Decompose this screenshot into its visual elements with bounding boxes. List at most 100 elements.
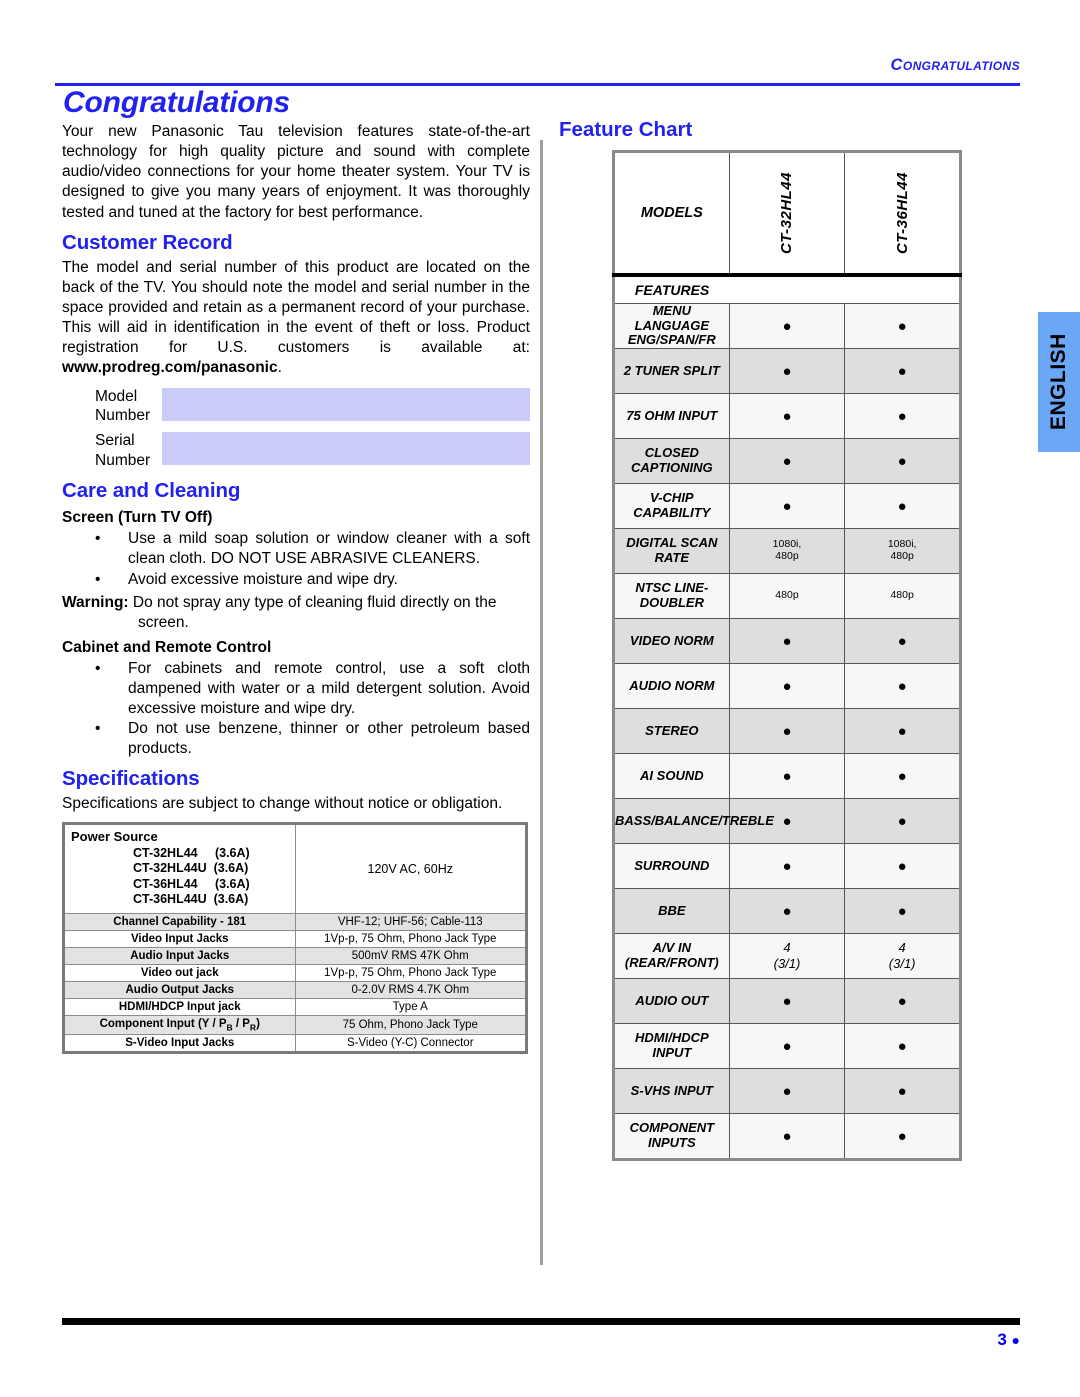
feature-supported-dot-icon: ● — [897, 992, 907, 1010]
spec-value: VHF-12; UHF-56; Cable-113 — [294, 913, 527, 932]
specifications-heading: Specifications — [62, 767, 200, 791]
feature-name-cell: S-VHS INPUT — [613, 1068, 730, 1114]
customer-record-body-text: The model and serial number of this prod… — [62, 258, 530, 357]
table-row: HDMI/HDCP INPUT ● ● — [613, 1023, 961, 1069]
table-row: DIGITAL SCAN RATE 1080i, 480p 1080i, 480p — [613, 528, 961, 574]
feature-value-cell-1: ● — [728, 1113, 846, 1160]
feature-value-cell-1: ● — [728, 393, 846, 439]
feature-value-cell-1: ● — [728, 483, 846, 529]
feature-name-cell: AUDIO OUT — [613, 978, 730, 1024]
feature-supported-dot-icon: ● — [782, 1037, 792, 1055]
feature-supported-dot-icon: ● — [897, 362, 907, 380]
list-item-text: Avoid excessive moisture and wipe dry. — [128, 570, 398, 588]
feature-value-cell-2: ● — [844, 663, 961, 709]
feature-value-cell-2: ● — [844, 1068, 961, 1114]
serial-number-field[interactable] — [162, 432, 530, 466]
feature-value-text: 4 — [783, 939, 791, 955]
feature-value-cell-1: ● — [728, 618, 846, 664]
feature-value-cell-1: ● — [728, 978, 846, 1024]
column-divider — [540, 140, 543, 1265]
feature-value-cell-1: ● — [728, 708, 846, 754]
feature-value-cell-1: ● — [728, 1023, 846, 1069]
feature-value-cell-1: 1080i, 480p — [728, 528, 846, 574]
page-title: Congratulations — [63, 86, 290, 119]
model-column-header-2: CT-36HL44 — [844, 151, 961, 277]
model-number-label-line2: Number — [95, 407, 151, 425]
feature-value-cell-2: 4 (3/1) — [844, 933, 961, 979]
model-number-label-line1: Model — [95, 387, 138, 405]
feature-supported-dot-icon: ● — [897, 497, 907, 515]
feature-supported-dot-icon: ● — [897, 407, 907, 425]
spec-key: Channel Capability - 181 — [63, 913, 296, 932]
list-item: • Avoid excessive moisture and wipe dry. — [62, 570, 530, 590]
feature-value-text: (3/1) — [773, 956, 801, 971]
feature-value-cell-2: ● — [844, 483, 961, 529]
spec-key: S-Video Input Jacks — [63, 1034, 296, 1054]
right-column: Feature Chart MODELS CT-32HL44 CT-36HL44… — [557, 118, 967, 1161]
bullet-dot-icon: • — [95, 660, 101, 677]
table-header-row: MODELS CT-32HL44 CT-36HL44 — [613, 151, 961, 277]
feature-value-cell-1: ● — [728, 888, 846, 934]
bullet-dot-icon: • — [95, 529, 101, 547]
serial-number-label-line2: Number — [95, 452, 151, 470]
running-head-text: Congratulations — [890, 56, 1020, 74]
language-tab-english: ENGLISH — [1038, 312, 1080, 452]
list-item-text: Use a mild soap solution or window clean… — [128, 529, 530, 567]
table-row: STEREO ● ● — [613, 708, 961, 754]
left-column: Your new Panasonic Tau television featur… — [62, 122, 530, 1055]
list-item: • For cabinets and remote control, use a … — [62, 659, 530, 718]
model-column-header-2-text: CT-36HL44 — [893, 171, 911, 255]
table-row: AUDIO NORM ● ● — [613, 663, 961, 709]
feature-value-text: 4 — [898, 939, 906, 955]
table-row: Audio Input Jacks 500mV RMS 47K Ohm — [63, 947, 527, 966]
feature-value-text: 480p — [775, 550, 799, 562]
warning-text: Do not spray any type of cleaning fluid … — [128, 594, 497, 612]
page-number: 3 ● — [997, 1330, 1020, 1350]
specifications-table-body: Power Source CT-32HL44 (3.6A) CT-32HL44U… — [63, 823, 527, 1054]
table-row: Video out jack 1Vp-p, 75 Ohm, Phono Jack… — [63, 964, 527, 983]
feature-supported-dot-icon: ● — [897, 902, 907, 920]
feature-value-cell-2: ● — [844, 843, 961, 889]
feature-supported-dot-icon: ● — [782, 1082, 792, 1100]
feature-value-cell-1: ● — [728, 1068, 846, 1114]
feature-supported-dot-icon: ● — [897, 452, 907, 470]
feature-name-cell: MENU LANGUAGE ENG/SPAN/FR — [613, 303, 730, 349]
spec-value: 0-2.0V RMS 4.7K Ohm — [294, 981, 527, 1000]
warning-label: Warning: — [62, 594, 129, 612]
features-label-row: FEATURES — [613, 275, 961, 304]
model-number-field[interactable] — [162, 387, 530, 421]
feature-value-text: (3/1) — [888, 956, 916, 971]
feature-value-cell-1: 4 (3/1) — [728, 933, 846, 979]
product-registration-link[interactable]: www.prodreg.com/panasonic — [62, 359, 278, 376]
specifications-intro: Specifications are subject to change wit… — [62, 795, 503, 813]
customer-record-body-tail: . — [277, 359, 282, 377]
feature-chart-heading: Feature Chart — [559, 118, 693, 141]
feature-name-cell: NTSC LINE-DOUBLER — [613, 573, 730, 619]
table-row: HDMI/HDCP Input jack Type A — [63, 998, 527, 1017]
feature-value-cell-2: ● — [844, 1113, 961, 1160]
feature-value-cell-2: 480p — [844, 573, 961, 619]
warning-paragraph: Warning: Do not spray any type of cleani… — [62, 593, 530, 633]
feature-supported-dot-icon: ● — [897, 1037, 907, 1055]
bullet-dot-icon: • — [95, 720, 101, 738]
cabinet-subheading: Cabinet and Remote Control — [62, 639, 272, 656]
bullet-dot-icon: • — [95, 570, 101, 588]
warning-text-continued: screen. — [138, 614, 189, 632]
feature-supported-dot-icon: ● — [897, 722, 907, 740]
feature-supported-dot-icon: ● — [782, 407, 792, 425]
feature-name-cell: VIDEO NORM — [613, 618, 730, 664]
feature-supported-dot-icon: ● — [782, 722, 792, 740]
feature-supported-dot-icon: ● — [782, 992, 792, 1010]
list-item: • Do not use benzene, thinner or other pe… — [62, 719, 530, 759]
feature-supported-dot-icon: ● — [782, 497, 792, 515]
table-row: Audio Output Jacks 0-2.0V RMS 4.7K Ohm — [63, 981, 527, 1000]
spec-value: 75 Ohm, Phono Jack Type — [294, 1015, 527, 1036]
model-column-header-1-text: CT-32HL44 — [778, 171, 796, 255]
table-row: Power Source CT-32HL44 (3.6A) CT-32HL44U… — [63, 823, 527, 915]
table-row: Channel Capability - 181 VHF-12; UHF-56;… — [63, 913, 527, 932]
feature-name-cell: AUDIO NORM — [613, 663, 730, 709]
feature-value-text: 480p — [775, 589, 799, 602]
spec-key: Audio Input Jacks — [63, 947, 296, 966]
spec-value: 1Vp-p, 75 Ohm, Phono Jack Type — [294, 964, 527, 983]
list-item-text: For cabinets and remote control, use a s… — [128, 660, 530, 717]
